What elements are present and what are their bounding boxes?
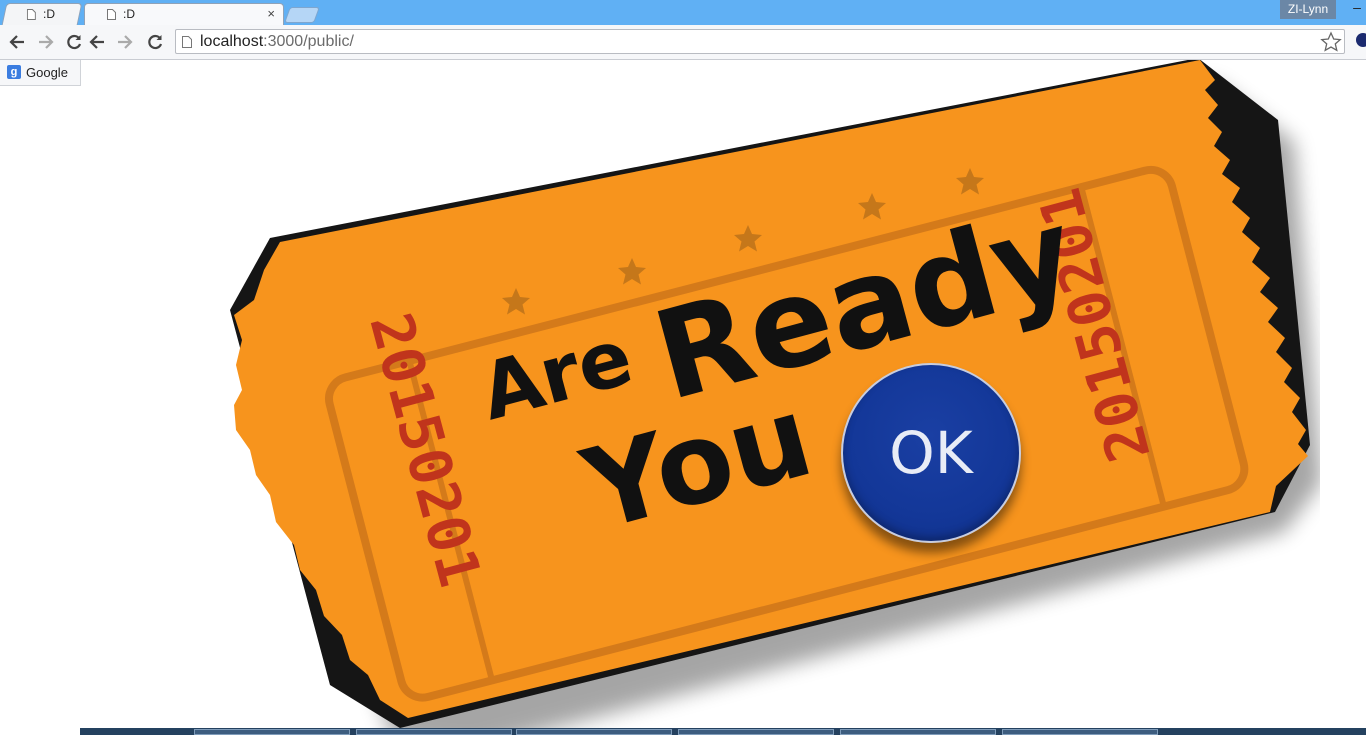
taskbar-item[interactable] [516, 729, 672, 735]
tab-title: :D [123, 7, 135, 21]
taskbar-item[interactable] [678, 729, 834, 735]
toolbar: localhost:3000/public/ [0, 25, 1366, 60]
url-path: :3000/public/ [263, 33, 354, 50]
bookmark-label: Google [26, 64, 68, 80]
forward-arrow-icon[interactable] [114, 31, 136, 53]
close-tab-icon[interactable]: × [267, 4, 275, 24]
taskbar-item[interactable] [194, 729, 350, 735]
google-icon: g [7, 65, 21, 79]
extension-icon[interactable] [1356, 33, 1366, 47]
tab-strip: :D :D × ZI-Lynn – [0, 0, 1366, 25]
tab-title: :D [43, 7, 55, 21]
url-text[interactable]: localhost:3000/public/ [200, 33, 354, 51]
bookmark-google[interactable]: g Google [7, 62, 68, 82]
taskbar-item[interactable] [1002, 729, 1158, 735]
back-arrow-icon[interactable] [86, 31, 108, 53]
taskbar-item[interactable] [356, 729, 512, 735]
page-icon [26, 9, 36, 20]
ticket-graphic: 20150201 20150201 Are Ready You [230, 60, 1320, 728]
taskbar [80, 728, 1366, 735]
url-host: localhost [200, 33, 264, 50]
bookmarks-bar: g Google [0, 60, 81, 86]
profile-badge[interactable]: ZI-Lynn [1280, 0, 1336, 19]
bookmark-star-icon[interactable] [1320, 31, 1342, 53]
forward-arrow-icon[interactable] [35, 31, 57, 53]
reload-icon[interactable] [144, 31, 166, 53]
page-icon [182, 36, 192, 48]
back-arrow-icon[interactable] [6, 31, 28, 53]
ok-button[interactable]: OK [841, 363, 1021, 543]
tab-1[interactable]: :D [1, 3, 83, 25]
new-tab-button[interactable] [284, 7, 320, 23]
address-bar[interactable]: localhost:3000/public/ [175, 29, 1345, 54]
tab-2[interactable]: :D × [84, 3, 284, 25]
taskbar-item[interactable] [840, 729, 996, 735]
minimize-button[interactable]: – [1348, 0, 1366, 19]
reload-icon[interactable] [63, 31, 85, 53]
page-icon [107, 9, 116, 20]
